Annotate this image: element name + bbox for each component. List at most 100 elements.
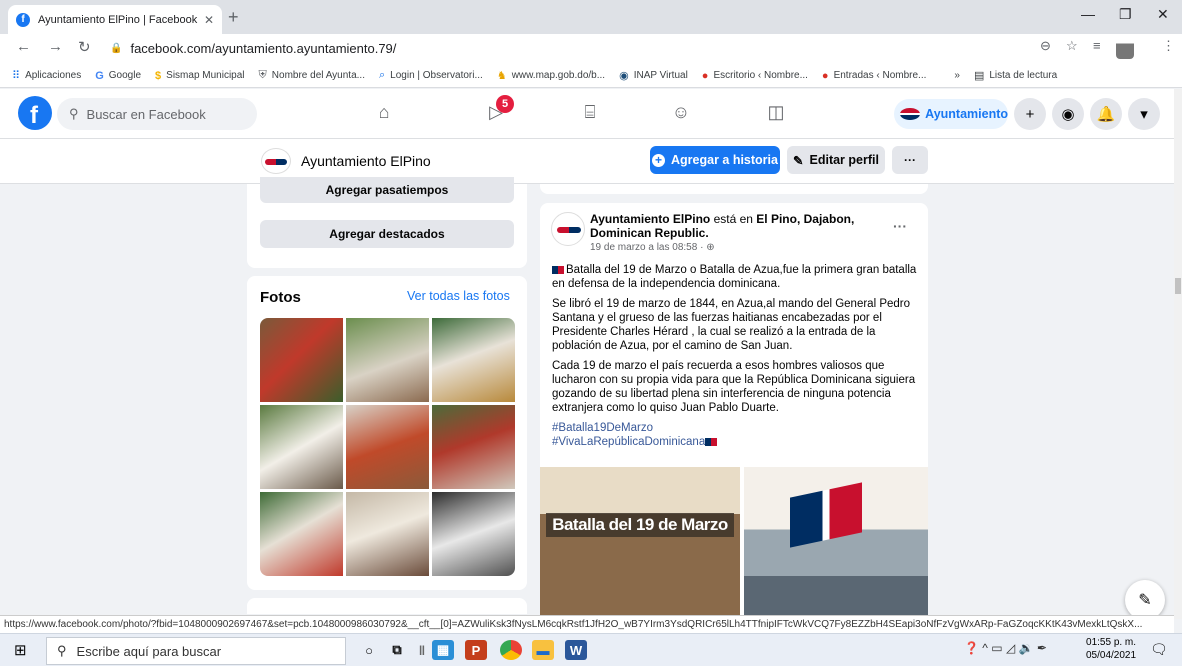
bookmark-map-gob[interactable]: ♞ www.map.gob.do/b... <box>497 69 605 82</box>
photo-thumbnail[interactable] <box>346 405 429 489</box>
wordpress-icon: ● <box>701 69 709 82</box>
back-icon[interactable]: ← <box>16 38 31 55</box>
groups-icon[interactable]: ☺ <box>667 102 695 126</box>
pen-icon[interactable]: ✒ <box>1037 641 1047 655</box>
system-tray[interactable]: ❓ ^ ▭ ◿ 🔉 ✒ <box>964 641 1047 655</box>
network-icon[interactable]: ◿ <box>1006 641 1015 655</box>
add-hobbies-button[interactable]: Agregar pasatiempos <box>260 177 514 203</box>
photo-thumbnail[interactable] <box>346 492 429 576</box>
file-explorer-icon[interactable]: ▬ <box>532 640 554 660</box>
add-story-button[interactable]: + Agregar a historia <box>650 146 780 174</box>
forward-icon[interactable]: → <box>48 38 63 55</box>
previous-post-card <box>540 184 928 194</box>
photo-thumbnail[interactable] <box>346 318 429 402</box>
reload-icon[interactable]: ↻ <box>78 38 91 56</box>
post-image-battle[interactable] <box>540 467 740 623</box>
post-options-button[interactable]: ··· <box>893 218 907 234</box>
photo-thumbnail[interactable] <box>260 492 343 576</box>
photo-thumbnail[interactable] <box>260 405 343 489</box>
bookmark-escritorio[interactable]: ● Escritorio ‹ Nombre... <box>702 70 808 82</box>
powerpoint-icon[interactable]: P <box>465 640 487 660</box>
address-bar[interactable]: 🔒 facebook.com/ayuntamiento.ayuntamiento… <box>110 37 1050 59</box>
help-icon[interactable]: ❓ <box>964 641 979 655</box>
photo-thumbnail[interactable] <box>432 405 515 489</box>
chrome-icon[interactable] <box>500 640 522 660</box>
post-image-caption: Batalla del 19 de Marzo <box>546 513 734 537</box>
calculator-icon[interactable]: ▦ <box>432 640 454 660</box>
messenger-icon[interactable]: ◉ <box>1052 98 1084 130</box>
gaming-icon[interactable]: ◫ <box>762 102 790 126</box>
dominican-flag-icon <box>552 265 564 274</box>
taskbar-search-input[interactable]: ⚲ Escribe aquí para buscar <box>46 637 346 665</box>
tab-close-icon[interactable]: ✕ <box>204 13 214 27</box>
restore-icon[interactable]: ❐ <box>1119 6 1132 23</box>
create-plus-icon[interactable]: + <box>1014 98 1046 130</box>
post-is-at: está en <box>713 212 753 226</box>
menu-kebab-icon[interactable]: ⋮ <box>1162 38 1175 54</box>
page-title[interactable]: Ayuntamiento ElPino <box>261 148 431 174</box>
word-icon[interactable]: W <box>565 640 587 660</box>
globe-icon: ⊕ <box>706 242 715 253</box>
task-view-icon[interactable]: ⧉ <box>386 640 408 660</box>
notifications-bell-icon[interactable]: 🔔 <box>1090 98 1122 130</box>
wordpress-icon: ● <box>821 69 829 82</box>
bookmark-star-icon[interactable]: ☆ <box>1066 38 1078 54</box>
account-chevron-down-icon[interactable]: ▾ <box>1128 98 1160 130</box>
bookmark-google[interactable]: G Google <box>95 70 141 82</box>
bookmark-sismap[interactable]: $ Sismap Municipal <box>155 70 245 82</box>
bookmarks-bar: ⠿ Aplicaciones G Google $ Sismap Municipal … <box>0 64 1182 88</box>
new-tab-button[interactable]: + <box>228 7 239 28</box>
minimize-icon[interactable]: — <box>1081 6 1095 22</box>
action-center-icon[interactable]: 🗨 <box>1150 641 1168 658</box>
more-bookmarks-button[interactable]: » <box>954 70 960 81</box>
scrollbar-thumb[interactable] <box>1175 278 1181 294</box>
profile-more-button[interactable]: ··· <box>892 146 928 174</box>
bookmark-entradas[interactable]: ● Entradas ‹ Nombre... <box>822 70 926 82</box>
facebook-logo-icon[interactable]: f <box>18 96 52 130</box>
home-icon[interactable]: ⌂ <box>370 102 398 126</box>
taskbar-clock[interactable]: 01:55 p. m. 05/04/2021 <box>1086 636 1136 662</box>
post-body: Batalla del 19 de Marzo o Batalla de Azu… <box>552 263 918 449</box>
avatar[interactable] <box>551 212 585 246</box>
bookmark-login-observatorio[interactable]: ⌕ Login | Observatori... <box>379 69 483 82</box>
scrollbar[interactable] <box>1174 89 1182 619</box>
add-featured-button[interactable]: Agregar destacados <box>260 220 514 248</box>
photo-grid <box>260 318 515 576</box>
taskbar-separator-icon: ‖ <box>418 642 426 658</box>
post-date[interactable]: 19 de marzo a las 08:58 · ⊕ <box>590 242 715 253</box>
chevron-up-icon[interactable]: ^ <box>982 641 988 655</box>
see-all-photos-link[interactable]: Ver todas las fotos <box>407 289 510 303</box>
map-icon: ♞ <box>496 70 507 82</box>
profile-chip[interactable]: Ayuntamiento <box>894 99 1008 129</box>
profile-sticky-bar <box>0 139 1174 184</box>
bookmark-aplicaciones[interactable]: ⠿ Aplicaciones <box>12 69 81 82</box>
bookmark-nombre-ayunta[interactable]: ⛨ Nombre del Ayunta... <box>259 69 365 82</box>
reading-mode-icon[interactable]: ≡ <box>1093 38 1101 53</box>
post-paragraph: Cada 19 de marzo el país recuerda a esos… <box>552 360 916 414</box>
cortana-icon[interactable]: ○ <box>358 640 380 660</box>
extension-icon[interactable] <box>1116 37 1134 59</box>
photo-thumbnail[interactable] <box>432 492 515 576</box>
browser-tab[interactable]: f Ayuntamiento ElPino | Facebook ✕ <box>8 5 222 34</box>
hashtag-link[interactable]: #VivaLaRepúblicaDominicana <box>552 435 918 449</box>
reading-list-button[interactable]: ▤ Lista de lectura <box>974 69 1057 82</box>
window-close-icon[interactable]: ✕ <box>1157 6 1169 23</box>
new-message-icon[interactable]: ✎ <box>1125 580 1165 620</box>
volume-icon[interactable]: 🔉 <box>1019 641 1034 655</box>
post-paragraph: Se libró el 19 de marzo de 1844, en Azua… <box>552 298 911 352</box>
edit-profile-button[interactable]: ✎ Editar perfil <box>787 146 885 174</box>
hashtag-link[interactable]: #Batalla19DeMarzo <box>552 421 918 435</box>
facebook-search-input[interactable]: ⚲ Buscar en Facebook <box>57 98 257 130</box>
photos-title: Fotos <box>260 289 301 306</box>
dominican-flag-icon <box>705 437 718 446</box>
bookmark-inap[interactable]: ◉ INAP Virtual <box>619 69 688 82</box>
photo-thumbnail[interactable] <box>432 318 515 402</box>
zoom-icon[interactable]: ⊖ <box>1040 38 1051 54</box>
marketplace-icon[interactable]: ⌸ <box>576 102 604 126</box>
windows-start-icon[interactable]: ⊞ <box>14 641 27 659</box>
apps-grid-icon: ⠿ <box>12 70 21 82</box>
battery-icon[interactable]: ▭ <box>991 641 1002 655</box>
reading-list-icon: ▤ <box>973 70 985 82</box>
photo-thumbnail[interactable] <box>260 318 343 402</box>
post-author-link[interactable]: Ayuntamiento ElPino <box>590 212 710 226</box>
